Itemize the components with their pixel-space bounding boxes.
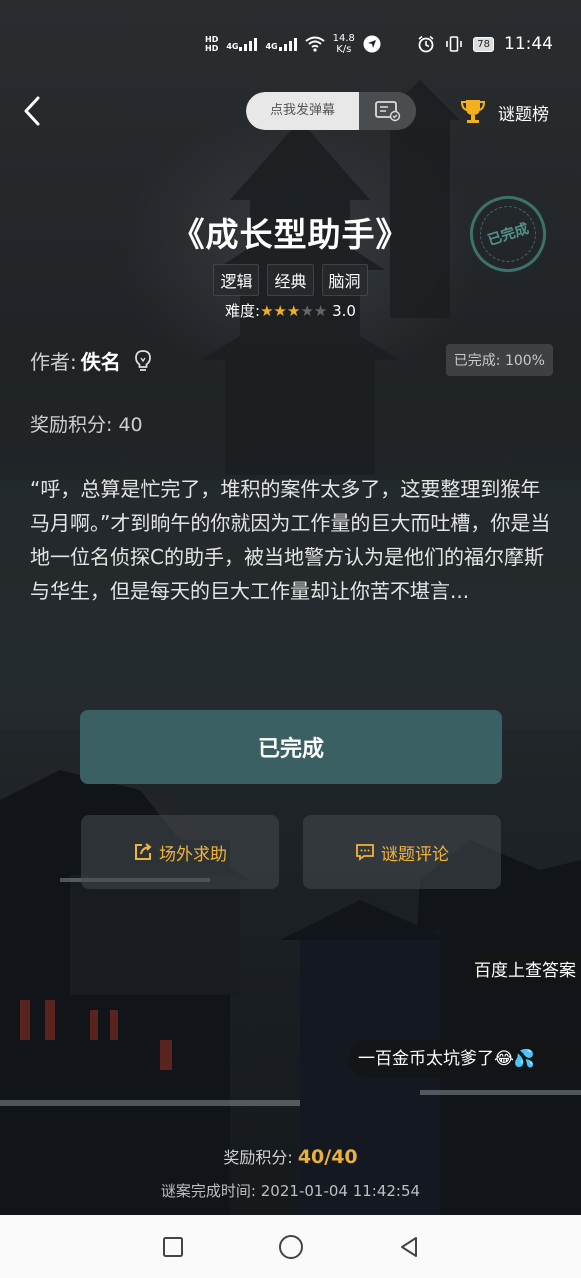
outside-help-button[interactable]: 场外求助: [81, 815, 279, 889]
signal-bars-icon: [278, 37, 297, 51]
author-row: 作者: 佚名: [30, 346, 153, 375]
comment-icon: [356, 844, 374, 861]
wifi-icon: [305, 36, 325, 52]
circle-icon: [278, 1234, 303, 1259]
star-filled-icon: ★: [273, 302, 287, 320]
alarm-clock-icon: [418, 35, 434, 53]
network-type-label: 4G: [226, 42, 239, 51]
share-icon: [135, 843, 152, 860]
difficulty-row: 难度:★★★★★ 3.0: [0, 300, 581, 321]
hd-indicator: HD: [205, 35, 219, 44]
completion-time: 谜案完成时间: 2021-01-04 11:42:54: [0, 1180, 581, 1201]
leaderboard-label: 谜题榜: [498, 104, 549, 125]
vibrate-icon: [446, 36, 463, 52]
puzzle-comments-label: 谜题评论: [381, 844, 449, 865]
back-button[interactable]: [20, 94, 50, 128]
signal-bars-icon: [239, 37, 258, 51]
difficulty-value: 3.0: [332, 302, 356, 320]
difficulty-label: 难度:: [225, 302, 261, 320]
hd-indicators: HD HD: [205, 35, 218, 53]
danmaku-message: 百度上查答案: [466, 952, 581, 990]
danmaku-toggle-button[interactable]: [359, 92, 416, 130]
completion-time-value: 2021-01-04 11:42:54: [260, 1182, 421, 1200]
leaderboard-button[interactable]: 谜题榜: [460, 96, 549, 128]
tag: 经典: [267, 264, 314, 296]
nav-back-button[interactable]: [395, 1233, 423, 1261]
tag: 逻辑: [213, 264, 260, 296]
puzzle-comments-button[interactable]: 谜题评论: [303, 815, 501, 889]
network-speed: 14.8 K/s: [333, 33, 355, 55]
hd-indicator: HD: [205, 44, 219, 53]
puzzle-tags: 逻辑 经典 脑洞: [0, 264, 581, 296]
author-name: 佚名: [80, 350, 121, 374]
signal-strength-2: 4G: [265, 37, 297, 51]
danmaku-message: 一百金币太坑爹了😂💦: [348, 1040, 581, 1078]
system-navigation-bar: [0, 1215, 581, 1278]
outside-help-label: 场外求助: [159, 844, 227, 865]
triangle-back-icon: [400, 1236, 417, 1257]
star-empty-icon: ★: [313, 302, 328, 320]
completion-badge: 已完成: 100%: [445, 344, 553, 376]
recent-apps-button[interactable]: [159, 1233, 187, 1261]
danmaku-input[interactable]: 点我发弹幕: [246, 92, 359, 130]
chevron-left-icon: [24, 96, 40, 126]
danmaku-settings-icon: [374, 101, 400, 122]
danmaku-input-pill[interactable]: 点我发弹幕: [246, 92, 416, 130]
status-time: 11:44: [504, 34, 553, 54]
status-bar: HD HD 4G 4G 14.8 K/s 78 11:44: [0, 26, 581, 62]
reward-points: 奖励积分: 40: [30, 414, 143, 436]
lightbulb-hint-icon[interactable]: [133, 349, 153, 373]
difficulty-stars: ★★★★★: [260, 302, 327, 320]
status-bar-left: HD HD 4G 4G 14.8 K/s: [205, 26, 381, 62]
author-label: 作者:: [30, 350, 77, 374]
footer-reward-label: 奖励积分:: [223, 1148, 293, 1167]
star-filled-icon: ★: [286, 302, 301, 320]
puzzle-description: “呼，总算是忙完了，堆积的案件太多了，这要整理到猴年马月啊。”才到晌午的你就因为…: [30, 477, 551, 603]
signal-strength-1: 4G: [226, 37, 258, 51]
location-arrow-icon: [363, 35, 381, 53]
trophy-icon: [460, 100, 486, 123]
star-filled-icon: ★: [260, 302, 274, 320]
completed-button[interactable]: 已完成: [80, 710, 502, 784]
battery-indicator: 78: [473, 36, 494, 52]
star-empty-icon: ★: [300, 302, 314, 320]
completion-time-label: 谜案完成时间:: [160, 1182, 256, 1200]
footer-reward-value: 40/40: [297, 1146, 358, 1168]
tag: 脑洞: [321, 264, 368, 296]
footer-reward: 奖励积分: 40/40: [0, 1144, 581, 1168]
completed-stamp-text: 已完成: [472, 198, 544, 270]
network-type-label: 4G: [265, 42, 278, 51]
network-speed-value: 14.8: [332, 33, 355, 44]
status-bar-right: 78 11:44: [417, 26, 553, 62]
network-speed-unit: K/s: [336, 44, 352, 55]
square-icon: [162, 1236, 183, 1257]
home-button[interactable]: [277, 1233, 305, 1261]
